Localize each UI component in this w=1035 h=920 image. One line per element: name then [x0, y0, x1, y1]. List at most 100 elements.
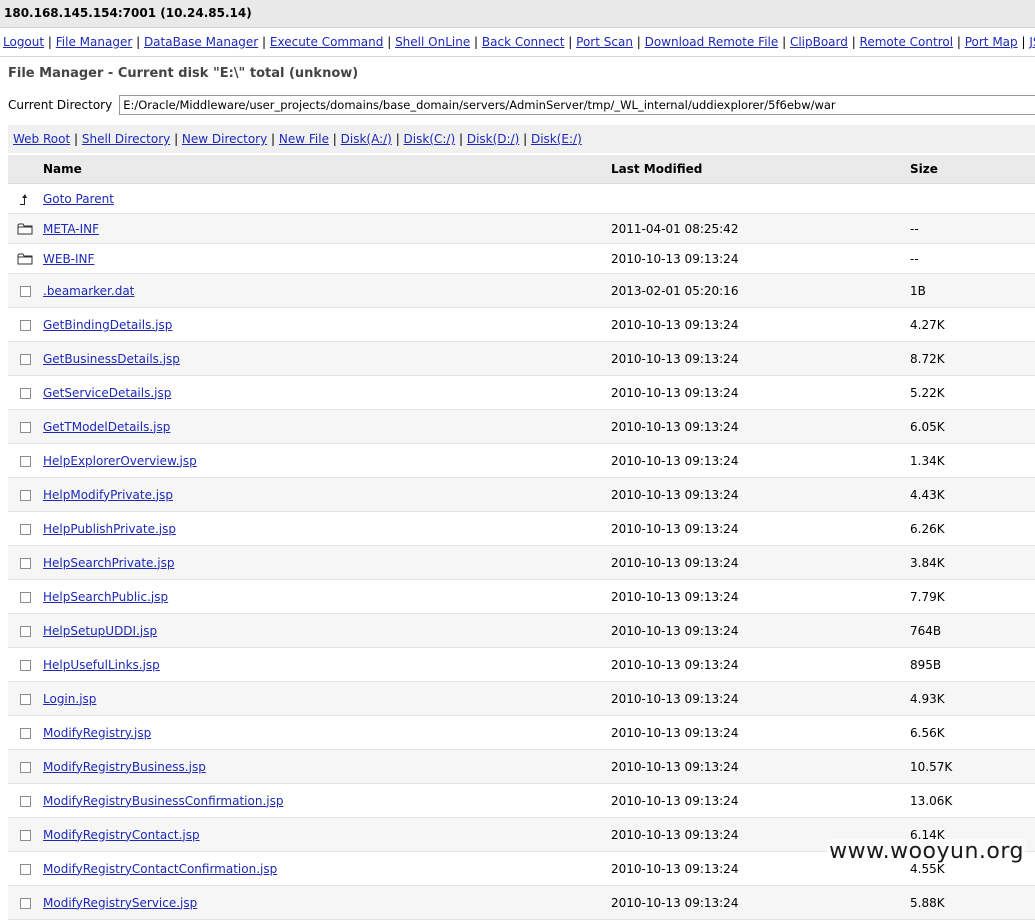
row-last-modified: 2011-04-01 08:25:42	[610, 213, 909, 244]
disk-nav-separator: |	[391, 132, 404, 146]
file-link[interactable]: HelpSearchPublic.jsp	[43, 590, 168, 604]
row-icon-cell	[8, 273, 42, 308]
folder-link[interactable]: WEB-INF	[43, 252, 94, 266]
nav-separator: |	[847, 35, 860, 49]
file-checkbox[interactable]	[19, 591, 31, 603]
file-checkbox[interactable]	[19, 625, 31, 637]
nav-link-logout[interactable]: Logout	[3, 35, 44, 49]
file-checkbox[interactable]	[19, 659, 31, 671]
row-name-cell: ModifyRegistryService.jsp	[42, 885, 610, 920]
nav-link-execute-command[interactable]: Execute Command	[270, 35, 383, 49]
row-size: 6.05K	[909, 409, 1035, 444]
file-link[interactable]: HelpSetupUDDI.jsp	[43, 624, 157, 638]
disk-nav-separator: |	[328, 132, 341, 146]
header-last-modified: Last Modified	[610, 155, 909, 184]
file-checkbox[interactable]	[19, 285, 31, 297]
file-link[interactable]: HelpPublishPrivate.jsp	[43, 522, 176, 536]
file-link[interactable]: .beamarker.dat	[43, 284, 134, 298]
file-checkbox[interactable]	[19, 727, 31, 739]
nav-link-database-manager[interactable]: DataBase Manager	[144, 35, 258, 49]
nav-link-clipboard[interactable]: ClipBoard	[790, 35, 848, 49]
goto-parent-link[interactable]: Goto Parent	[43, 192, 114, 206]
folder-icon	[17, 223, 33, 235]
row-size: --	[909, 213, 1035, 244]
row-icon-cell	[8, 307, 42, 342]
file-link[interactable]: GetBindingDetails.jsp	[43, 318, 172, 332]
file-link[interactable]: ModifyRegistryService.jsp	[43, 896, 197, 910]
disk-nav-link-disk-a[interactable]: Disk(A:/)	[341, 132, 392, 146]
file-checkbox[interactable]	[19, 693, 31, 705]
row-name-cell: ModifyRegistry.jsp	[42, 715, 610, 750]
file-link[interactable]: GetServiceDetails.jsp	[43, 386, 171, 400]
row-name-cell: GetTModelDetails.jsp	[42, 409, 610, 444]
row-last-modified: 2010-10-13 09:13:24	[610, 579, 909, 614]
disk-nav-link-shell-directory[interactable]: Shell Directory	[82, 132, 170, 146]
row-name-cell: WEB-INF	[42, 243, 610, 274]
row-name-cell: HelpSetupUDDI.jsp	[42, 613, 610, 648]
row-size: 5.22K	[909, 375, 1035, 410]
file-checkbox[interactable]	[19, 863, 31, 875]
file-link[interactable]: HelpExplorerOverview.jsp	[43, 454, 197, 468]
row-last-modified: 2010-10-13 09:13:24	[610, 341, 909, 376]
row-last-modified	[610, 183, 909, 214]
file-link[interactable]: ModifyRegistryBusinessConfirmation.jsp	[43, 794, 283, 808]
file-checkbox[interactable]	[19, 421, 31, 433]
nav-link-back-connect[interactable]: Back Connect	[482, 35, 565, 49]
file-link[interactable]: HelpUsefulLinks.jsp	[43, 658, 160, 672]
file-link[interactable]: ModifyRegistryContactConfirmation.jsp	[43, 862, 277, 876]
current-directory-input[interactable]	[119, 95, 1035, 115]
disk-nav-link-disk-d[interactable]: Disk(D:/)	[467, 132, 519, 146]
disk-nav-link-disk-c[interactable]: Disk(C:/)	[404, 132, 456, 146]
disk-nav-link-disk-e[interactable]: Disk(E:/)	[531, 132, 582, 146]
file-checkbox[interactable]	[19, 829, 31, 841]
row-icon-cell	[8, 851, 42, 886]
row-size: 6.56K	[909, 715, 1035, 750]
row-size: 6.26K	[909, 511, 1035, 546]
nav-link-remote-control[interactable]: Remote Control	[860, 35, 954, 49]
table-row: GetBindingDetails.jsp 2010-10-13 09:13:24…	[8, 307, 1035, 342]
nav-link-shell-online[interactable]: Shell OnLine	[395, 35, 470, 49]
nav-link-jsp-env[interactable]: JSP Env	[1029, 35, 1035, 49]
file-link[interactable]: HelpSearchPrivate.jsp	[43, 556, 174, 570]
table-row: HelpExplorerOverview.jsp 2010-10-13 09:13…	[8, 443, 1035, 478]
nav-link-download-remote-file[interactable]: Download Remote File	[645, 35, 779, 49]
table-row: HelpUsefulLinks.jsp 2010-10-13 09:13:24 89…	[8, 647, 1035, 682]
file-checkbox[interactable]	[19, 795, 31, 807]
file-link[interactable]: GetBusinessDetails.jsp	[43, 352, 180, 366]
nav-link-port-scan[interactable]: Port Scan	[576, 35, 633, 49]
disk-nav-link-web-root[interactable]: Web Root	[13, 132, 70, 146]
file-link[interactable]: Login.jsp	[43, 692, 96, 706]
folder-link[interactable]: META-INF	[43, 222, 99, 236]
disk-nav-separator: |	[267, 132, 279, 146]
nav-separator: |	[132, 35, 144, 49]
disk-nav-link-new-file[interactable]: New File	[279, 132, 329, 146]
nav-separator: |	[953, 35, 965, 49]
row-icon-cell	[8, 375, 42, 410]
file-link[interactable]: GetTModelDetails.jsp	[43, 420, 170, 434]
row-size: 4.27K	[909, 307, 1035, 342]
file-checkbox[interactable]	[19, 455, 31, 467]
file-table-header: Name Last Modified Size	[8, 155, 1035, 184]
row-size	[909, 183, 1035, 214]
disk-nav-link-new-directory[interactable]: New Directory	[182, 132, 267, 146]
file-checkbox[interactable]	[19, 557, 31, 569]
nav-link-port-map[interactable]: Port Map	[965, 35, 1018, 49]
row-icon-cell	[8, 213, 42, 244]
row-last-modified: 2010-10-13 09:13:24	[610, 749, 909, 784]
file-checkbox[interactable]	[19, 523, 31, 535]
file-link[interactable]: ModifyRegistryContact.jsp	[43, 828, 200, 842]
file-link[interactable]: ModifyRegistry.jsp	[43, 726, 151, 740]
file-checkbox[interactable]	[19, 489, 31, 501]
file-table: Name Last Modified Size Goto Parent META-…	[8, 155, 1035, 920]
file-link[interactable]: ModifyRegistryBusiness.jsp	[43, 760, 206, 774]
file-checkbox[interactable]	[19, 897, 31, 909]
file-checkbox[interactable]	[19, 387, 31, 399]
file-checkbox[interactable]	[19, 353, 31, 365]
file-checkbox[interactable]	[19, 319, 31, 331]
row-size: 13.06K	[909, 783, 1035, 818]
file-link[interactable]: HelpModifyPrivate.jsp	[43, 488, 173, 502]
row-last-modified: 2010-10-13 09:13:24	[610, 715, 909, 750]
row-icon-cell	[8, 341, 42, 376]
nav-link-file-manager[interactable]: File Manager	[56, 35, 133, 49]
file-checkbox[interactable]	[19, 761, 31, 773]
